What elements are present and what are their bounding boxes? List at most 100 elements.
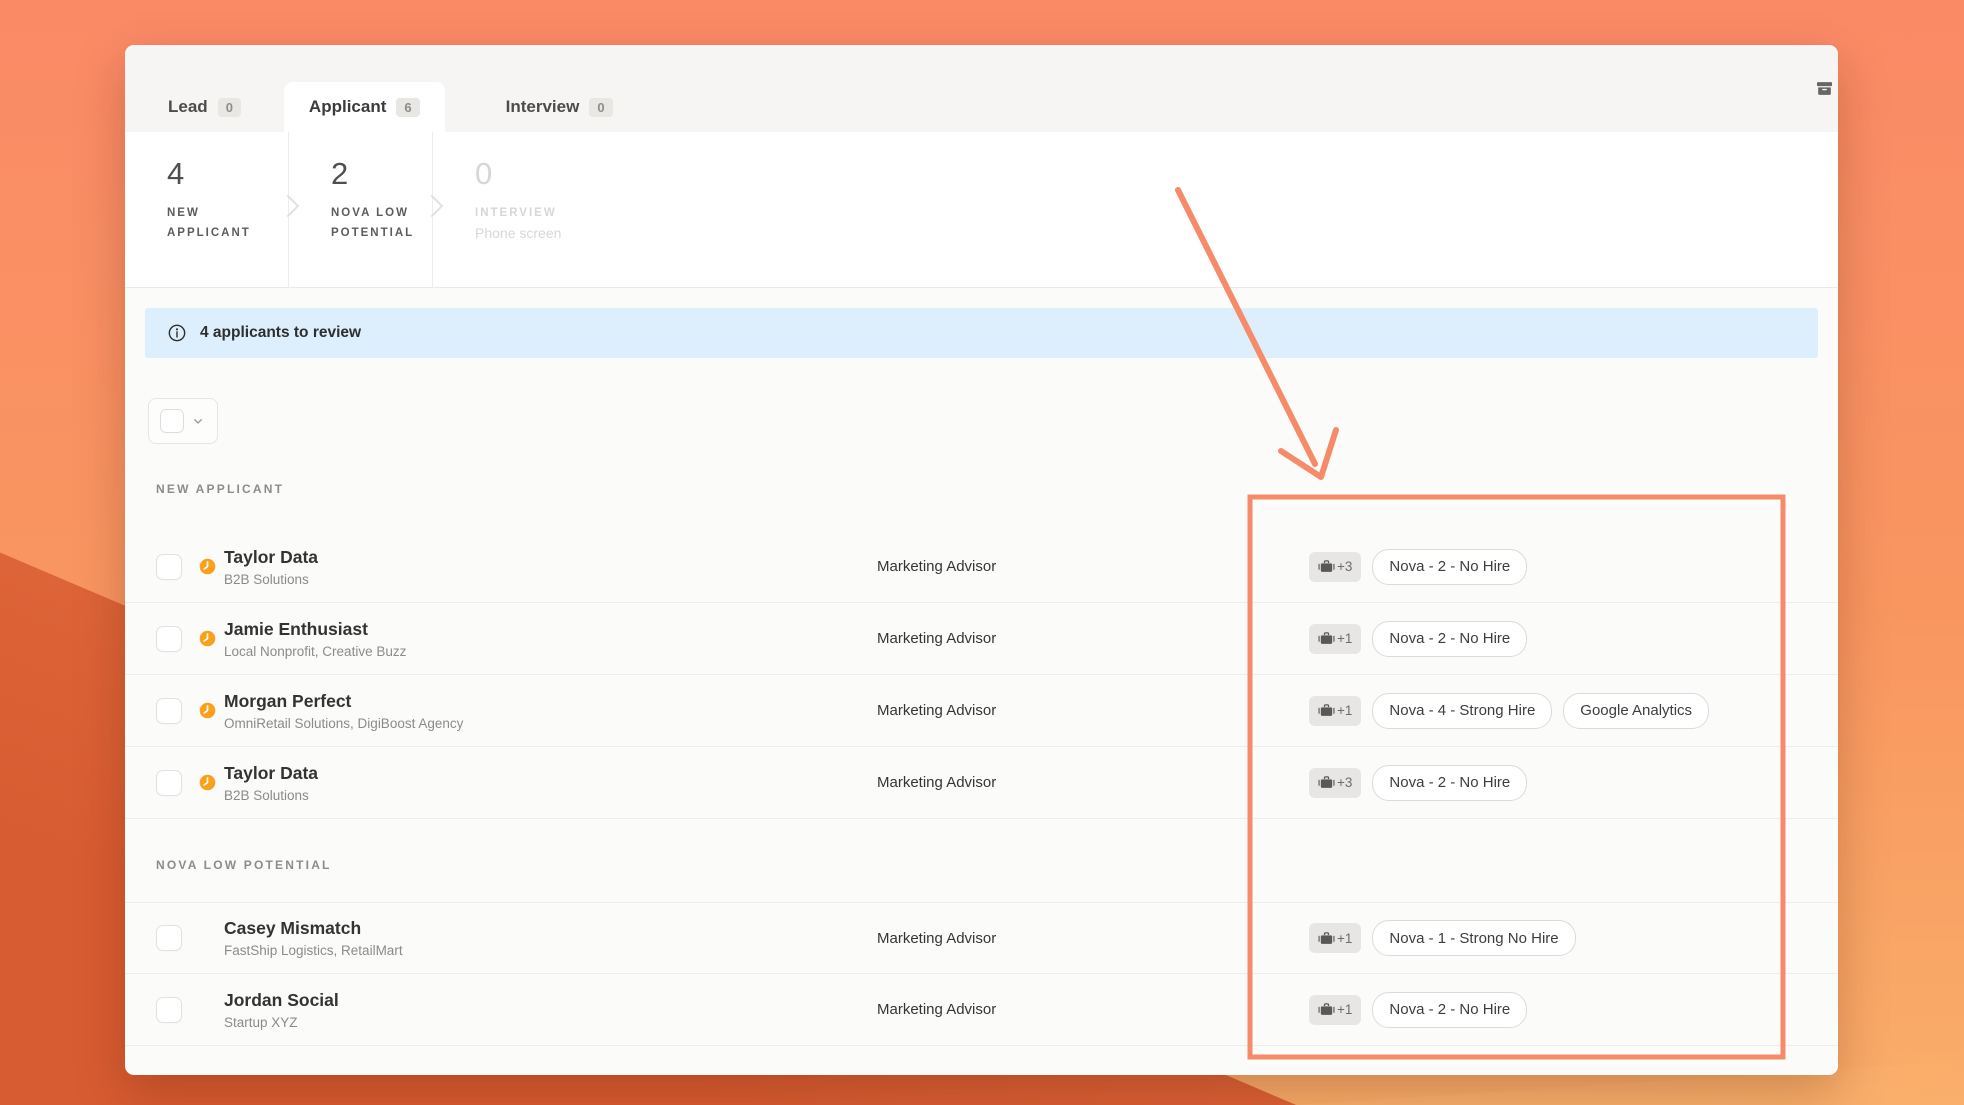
pending-clock-icon: [199, 774, 216, 791]
applicant-row[interactable]: Taylor Data B2B Solutions Marketing Advi…: [125, 531, 1838, 603]
applicant-job-title: Marketing Advisor: [877, 558, 1309, 575]
applicant-row[interactable]: Jamie Enthusiast Local Nonprofit, Creati…: [125, 603, 1838, 675]
experience-badge[interactable]: +1: [1309, 696, 1361, 726]
briefcase-icon: [1318, 774, 1335, 791]
archive-box-icon: [1815, 79, 1834, 98]
tag-pill[interactable]: Google Analytics: [1563, 693, 1709, 729]
list-toolbar: [148, 398, 1838, 444]
review-info-banner: 4 applicants to review: [145, 308, 1818, 358]
section-title: NOVA LOW POTENTIAL: [156, 858, 1838, 872]
stage-new-applicant[interactable]: 4 NEW APPLICANT: [125, 132, 288, 287]
applicant-tags: +3 Nova - 2 - No Hire: [1309, 765, 1527, 801]
applicant-company: Startup XYZ: [224, 1015, 877, 1030]
applicant-identity: Jamie Enthusiast Local Nonprofit, Creati…: [224, 619, 877, 659]
desktop: { "window": { "tabs": [ { "label": "Lead…: [0, 0, 1964, 1105]
experience-badge-count: +1: [1337, 931, 1352, 946]
applicant-name[interactable]: Casey Mismatch: [224, 918, 877, 939]
applicant-company: B2B Solutions: [224, 788, 877, 803]
stage-nova-low-potential[interactable]: 2 NOVA LOW POTENTIAL: [288, 132, 432, 287]
applicant-name[interactable]: Taylor Data: [224, 763, 877, 784]
pending-clock-icon: [199, 702, 216, 719]
review-info-text: 4 applicants to review: [200, 324, 361, 342]
archived-button[interactable]: Archi: [1815, 45, 1838, 132]
tag-pill[interactable]: Nova - 4 - Strong Hire: [1372, 693, 1552, 729]
stage-interview-count: 0: [475, 158, 1838, 189]
select-all-dropdown[interactable]: [148, 398, 218, 444]
applicant-company: FastShip Logistics, RetailMart: [224, 943, 877, 958]
section-rows: Casey Mismatch FastShip Logistics, Retai…: [125, 902, 1838, 1046]
stage-section: NOVA LOW POTENTIAL Casey Mismatch FastSh…: [125, 858, 1838, 1046]
experience-badge-count: +3: [1337, 775, 1352, 790]
pipeline-tab-bar: Lead 0 Applicant 6 Interview 0 Archi: [125, 45, 1838, 132]
experience-badge[interactable]: +1: [1309, 923, 1361, 953]
stage-interview-sublabel: Phone screen: [475, 225, 1838, 241]
experience-badge[interactable]: +3: [1309, 768, 1361, 798]
briefcase-icon: [1318, 1001, 1335, 1018]
tag-pill[interactable]: Nova - 2 - No Hire: [1372, 992, 1527, 1028]
experience-badge[interactable]: +3: [1309, 552, 1361, 582]
row-checkbox[interactable]: [156, 626, 182, 652]
applicant-identity: Taylor Data B2B Solutions: [224, 763, 877, 803]
experience-badge-count: +3: [1337, 559, 1352, 574]
pending-clock-icon: [199, 558, 216, 575]
row-checkbox[interactable]: [156, 554, 182, 580]
row-icon-cell: [199, 930, 224, 947]
applicant-row[interactable]: Jordan Social Startup XYZ Marketing Advi…: [125, 974, 1838, 1046]
stage-new-applicant-label: NEW APPLICANT: [167, 203, 277, 243]
applicant-tags: +1 Nova - 2 - No Hire: [1309, 621, 1527, 657]
experience-badge-count: +1: [1337, 1002, 1352, 1017]
tab-applicant[interactable]: Applicant 6: [284, 82, 445, 132]
tab-interview[interactable]: Interview 0: [481, 82, 638, 132]
briefcase-icon: [1318, 558, 1335, 575]
applicant-tags: +1 Nova - 4 - Strong Hire Google Analytic…: [1309, 693, 1709, 729]
applicant-tags: +1 Nova - 1 - Strong No Hire: [1309, 920, 1576, 956]
applicant-name[interactable]: Jordan Social: [224, 990, 877, 1011]
row-checkbox[interactable]: [156, 925, 182, 951]
tab-lead-count-badge: 0: [218, 98, 241, 117]
applicant-row[interactable]: Morgan Perfect OmniRetail Solutions, Dig…: [125, 675, 1838, 747]
chevron-down-icon: [190, 413, 206, 429]
applicant-identity: Taylor Data B2B Solutions: [224, 547, 877, 587]
tab-lead[interactable]: Lead 0: [143, 82, 266, 132]
tag-pill[interactable]: Nova - 2 - No Hire: [1372, 549, 1527, 585]
applicant-job-title: Marketing Advisor: [877, 702, 1309, 719]
tag-pill[interactable]: Nova - 1 - Strong No Hire: [1372, 920, 1575, 956]
applicant-name[interactable]: Jamie Enthusiast: [224, 619, 877, 640]
applicant-identity: Casey Mismatch FastShip Logistics, Retai…: [224, 918, 877, 958]
applicant-name[interactable]: Morgan Perfect: [224, 691, 877, 712]
applicant-tags: +3 Nova - 2 - No Hire: [1309, 549, 1527, 585]
experience-badge[interactable]: +1: [1309, 995, 1361, 1025]
pending-clock-icon: [199, 630, 216, 647]
stage-interview[interactable]: 0 INTERVIEW Phone screen: [432, 132, 1838, 287]
stage-stats-strip: 4 NEW APPLICANT 2 NOVA LOW POTENTIAL 0 I…: [125, 132, 1838, 288]
experience-badge-count: +1: [1337, 631, 1352, 646]
select-all-checkbox[interactable]: [160, 409, 184, 433]
row-icon-cell: [199, 1001, 224, 1018]
briefcase-icon: [1318, 930, 1335, 947]
stage-interview-label: INTERVIEW: [475, 203, 585, 223]
applicant-row[interactable]: Taylor Data B2B Solutions Marketing Advi…: [125, 747, 1838, 819]
tab-interview-label: Interview: [506, 97, 580, 117]
row-icon-cell: [199, 630, 224, 647]
tab-interview-count-badge: 0: [589, 98, 612, 117]
info-icon: [167, 323, 187, 343]
tag-pill[interactable]: Nova - 2 - No Hire: [1372, 765, 1527, 801]
applicant-identity: Jordan Social Startup XYZ: [224, 990, 877, 1030]
row-checkbox[interactable]: [156, 770, 182, 796]
row-icon-cell: [199, 558, 224, 575]
applicant-sections: NEW APPLICANT Taylor Data B2B Solutions …: [125, 482, 1838, 1046]
experience-badge-count: +1: [1337, 703, 1352, 718]
applicant-company: Local Nonprofit, Creative Buzz: [224, 644, 877, 659]
applicant-row[interactable]: Casey Mismatch FastShip Logistics, Retai…: [125, 902, 1838, 974]
applicant-identity: Morgan Perfect OmniRetail Solutions, Dig…: [224, 691, 877, 731]
tag-pill[interactable]: Nova - 2 - No Hire: [1372, 621, 1527, 657]
row-checkbox[interactable]: [156, 997, 182, 1023]
experience-badge[interactable]: +1: [1309, 624, 1361, 654]
section-rows: Taylor Data B2B Solutions Marketing Advi…: [125, 531, 1838, 819]
applicant-name[interactable]: Taylor Data: [224, 547, 877, 568]
tab-applicant-count-badge: 6: [396, 98, 419, 117]
stage-new-applicant-count: 4: [167, 158, 288, 189]
stage-nova-low-potential-count: 2: [331, 158, 432, 189]
applicant-job-title: Marketing Advisor: [877, 1001, 1309, 1018]
row-checkbox[interactable]: [156, 698, 182, 724]
